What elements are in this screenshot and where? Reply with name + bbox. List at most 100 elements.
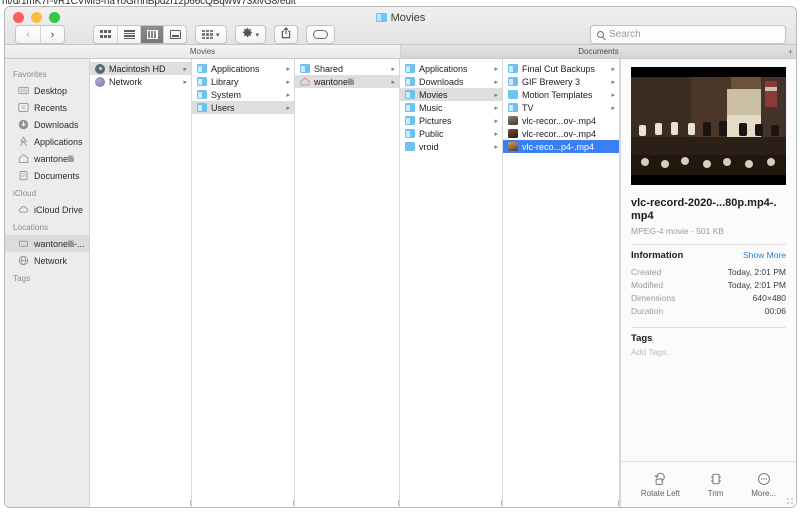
list-item[interactable]: vroid ▸ — [400, 140, 502, 153]
list-item[interactable]: Public ▸ — [400, 127, 502, 140]
folder-icon — [405, 142, 415, 151]
item-label: vlc-reco...p4-.mp4 — [522, 141, 595, 152]
column-header-strip: Movies Documents + — [5, 45, 796, 59]
group-icon — [202, 30, 213, 39]
list-item[interactable]: wantonelli ▸ — [295, 75, 399, 88]
folder-icon — [508, 90, 518, 99]
list-view-button[interactable] — [117, 26, 140, 43]
window-resize-corner[interactable] — [787, 498, 794, 505]
sidebar-group-title: Favorites — [13, 70, 47, 79]
chevron-right-icon: ▸ — [494, 104, 498, 112]
folder-icon — [508, 77, 518, 86]
sidebar-item-desktop[interactable]: Desktop — [5, 82, 89, 99]
sidebar-item-recents[interactable]: Recents — [5, 99, 89, 116]
item-label: Movies — [419, 89, 448, 100]
group-by-button[interactable]: ▾ — [195, 25, 227, 44]
sidebar-item-label: Recents — [34, 102, 68, 113]
list-item[interactable]: Music ▸ — [400, 101, 502, 114]
list-item[interactable]: Movies ▸ — [400, 88, 502, 101]
divider — [631, 244, 786, 245]
search-field[interactable]: Search — [590, 25, 786, 44]
column-4: Applications ▸ Downloads ▸ Movies ▸ Musi… — [400, 59, 503, 507]
folder-icon — [405, 116, 415, 125]
action-label: Trim — [707, 488, 724, 498]
folder-icon — [405, 103, 415, 112]
column-1: Macintosh HD ▸ Network ▸ — [90, 59, 192, 507]
list-item[interactable]: vlc-reco...p4-.mp4 — [503, 140, 619, 153]
action-menu-button[interactable]: ▾ — [234, 25, 267, 44]
add-tags-input[interactable]: Add Tags... — [631, 347, 786, 357]
forward-button[interactable]: › — [40, 26, 64, 43]
sidebar-group-title: iCloud — [13, 189, 37, 198]
chevron-right-icon: ▸ — [494, 117, 498, 125]
column-view-button[interactable] — [140, 26, 163, 43]
column-5: Final Cut Backups ▸ GIF Brewery 3 ▸ Moti… — [503, 59, 620, 507]
preview-file-meta: MPEG-4 movie - 501 KB — [631, 226, 725, 236]
documents-icon — [18, 170, 29, 181]
item-label: Library — [211, 76, 239, 87]
sidebar-item-documents[interactable]: Documents — [5, 167, 89, 184]
search-placeholder: Search — [609, 29, 641, 40]
item-label: System — [211, 89, 242, 100]
back-button[interactable]: ‹ — [16, 26, 40, 43]
info-value: Today, 2:01 PM — [727, 279, 786, 290]
trim-button[interactable]: Trim — [707, 472, 724, 498]
item-label: Downloads — [419, 76, 464, 87]
sidebar-item-applications[interactable]: Applications — [5, 133, 89, 150]
rotate-left-button[interactable]: Rotate Left — [641, 472, 680, 498]
folder-icon — [508, 64, 518, 73]
list-item[interactable]: Applications ▸ — [400, 62, 502, 75]
chevron-right-icon: ▸ — [494, 143, 498, 151]
list-item[interactable]: Users ▸ — [192, 101, 294, 114]
tags-title: Tags — [631, 333, 653, 344]
list-item[interactable]: vlc-recor...ov-.mp4 — [503, 127, 619, 140]
list-item[interactable]: Network ▸ — [90, 75, 191, 88]
list-view-icon — [123, 30, 135, 39]
folder-icon — [405, 64, 415, 73]
list-item[interactable]: System ▸ — [192, 88, 294, 101]
window-title: Movies — [5, 12, 796, 24]
item-label: Macintosh HD — [109, 63, 166, 74]
information-section-header: Information Show More — [631, 250, 786, 261]
info-key: Dimensions — [631, 292, 676, 303]
list-item[interactable]: Library ▸ — [192, 75, 294, 88]
sidebar-item-home[interactable]: wantonelli — [5, 150, 89, 167]
folder-icon — [197, 77, 207, 86]
list-item[interactable]: TV ▸ — [503, 101, 619, 114]
item-label: Pictures — [419, 115, 452, 126]
list-item[interactable]: Shared ▸ — [295, 62, 399, 75]
toolbar-buttons: ▾ ▾ — [93, 25, 336, 44]
item-label: vlc-recor...ov-.mp4 — [522, 128, 597, 139]
tags-button[interactable] — [306, 25, 336, 44]
gallery-view-button[interactable] — [163, 26, 186, 43]
sidebar-item-icloud-drive[interactable]: iCloud Drive — [5, 201, 89, 218]
icon-view-button[interactable] — [94, 26, 117, 43]
show-more-link[interactable]: Show More — [743, 250, 786, 260]
sidebar-item-label: wantonelli — [34, 153, 75, 164]
list-item[interactable]: Pictures ▸ — [400, 114, 502, 127]
list-item[interactable]: Applications ▸ — [192, 62, 294, 75]
sidebar-item-downloads[interactable]: Downloads — [5, 116, 89, 133]
more-button[interactable]: More... — [751, 472, 776, 498]
list-item[interactable]: Motion Templates ▸ — [503, 88, 619, 101]
sidebar-item-wantonelli-mac[interactable]: wantonelli-... — [5, 235, 89, 252]
chevron-right-icon: ▸ — [286, 104, 290, 112]
download-icon — [18, 119, 29, 130]
list-item[interactable]: Macintosh HD ▸ — [90, 62, 191, 75]
sidebar-item-label: Desktop — [34, 85, 68, 96]
clock-icon — [18, 102, 29, 113]
list-item[interactable]: vlc-recor...ov-.mp4 — [503, 114, 619, 127]
list-item[interactable]: GIF Brewery 3 ▸ — [503, 75, 619, 88]
item-label: wantonelli — [314, 76, 355, 87]
info-value: 640×480 — [752, 292, 786, 303]
list-item[interactable]: Downloads ▸ — [400, 75, 502, 88]
sidebar-item-network[interactable]: Network — [5, 252, 89, 269]
add-column-icon[interactable]: + — [788, 47, 793, 57]
more-icon — [757, 472, 771, 486]
list-item[interactable]: Final Cut Backups ▸ — [503, 62, 619, 75]
network-icon — [18, 255, 29, 266]
info-key: Duration — [631, 305, 664, 316]
preview-actions: Rotate Left Trim More... — [621, 461, 796, 507]
window-body: Favorites Desktop Recents Downloads Appl… — [5, 59, 796, 507]
share-button[interactable] — [274, 25, 299, 44]
